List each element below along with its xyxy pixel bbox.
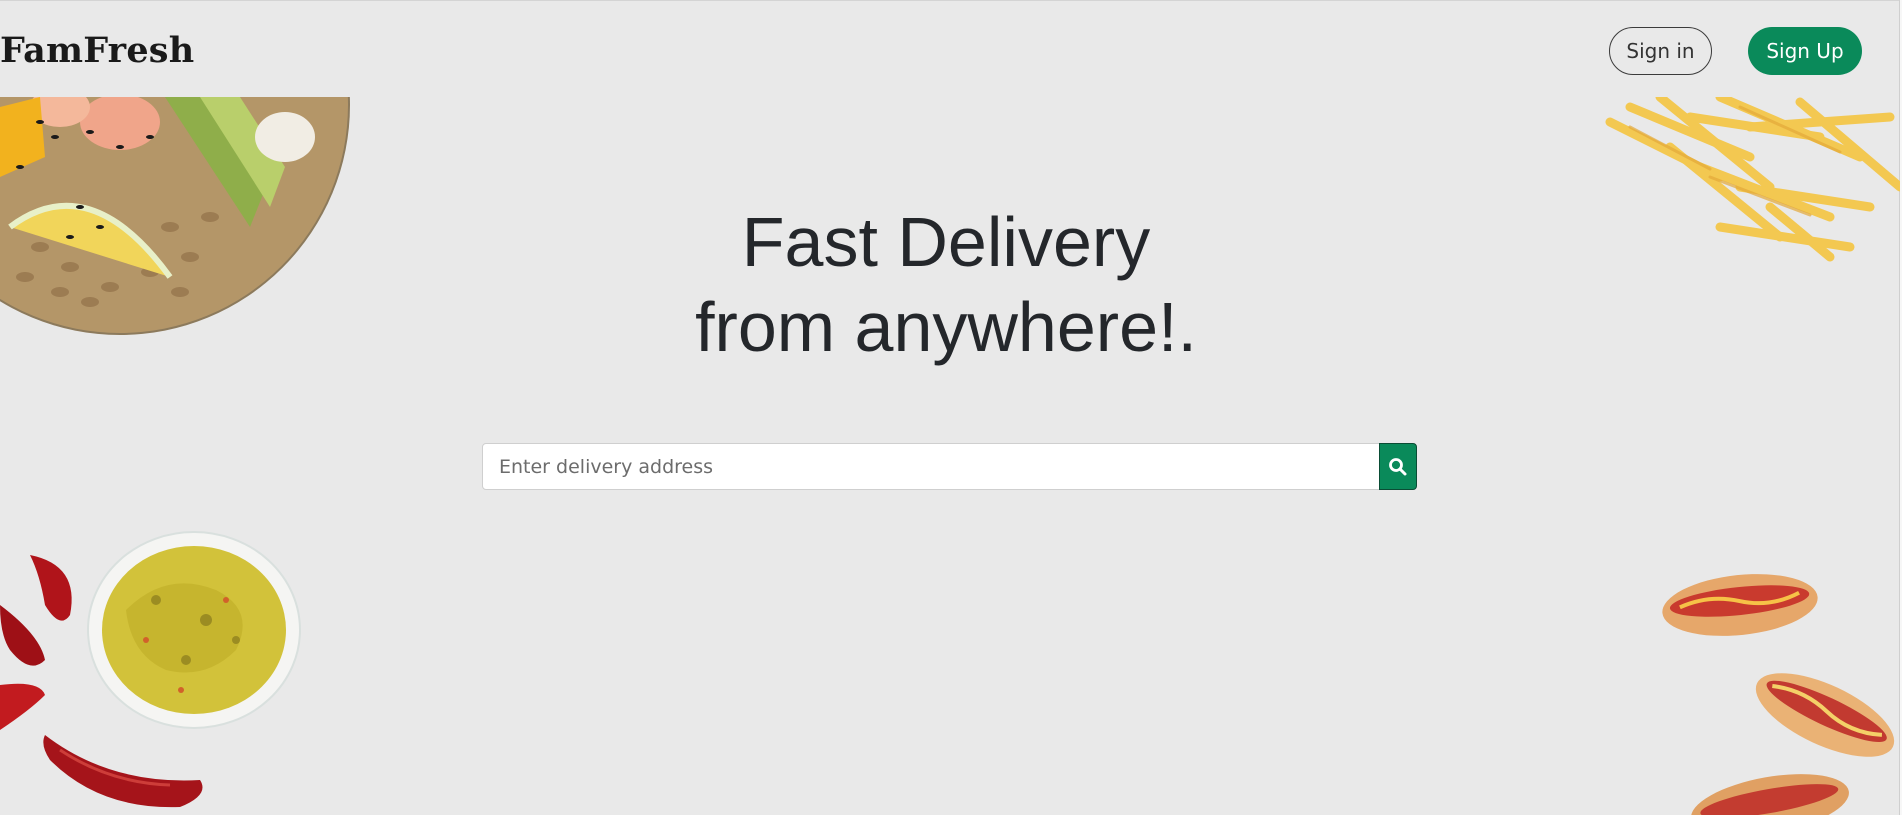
delivery-address-input[interactable]: [483, 444, 1379, 489]
hero-line-2: from anywhere!.: [695, 288, 1197, 366]
poke-bowl-image: [0, 97, 350, 335]
signup-button[interactable]: Sign Up: [1748, 27, 1862, 75]
search-button[interactable]: [1379, 443, 1417, 490]
french-fries-image: [1605, 97, 1900, 262]
signin-button[interactable]: Sign in: [1609, 27, 1712, 75]
hero-heading: Fast Delivery from anywhere!.: [596, 200, 1296, 370]
top-border: [0, 0, 1902, 1]
hero-line-1: Fast Delivery: [741, 203, 1151, 281]
guacamole-bowl-image: [87, 531, 301, 729]
brand-logo[interactable]: FamFresh: [0, 30, 194, 71]
search-icon: [1389, 457, 1407, 475]
address-search-bar: [482, 443, 1417, 490]
hot-dogs-image: [1662, 574, 1895, 815]
